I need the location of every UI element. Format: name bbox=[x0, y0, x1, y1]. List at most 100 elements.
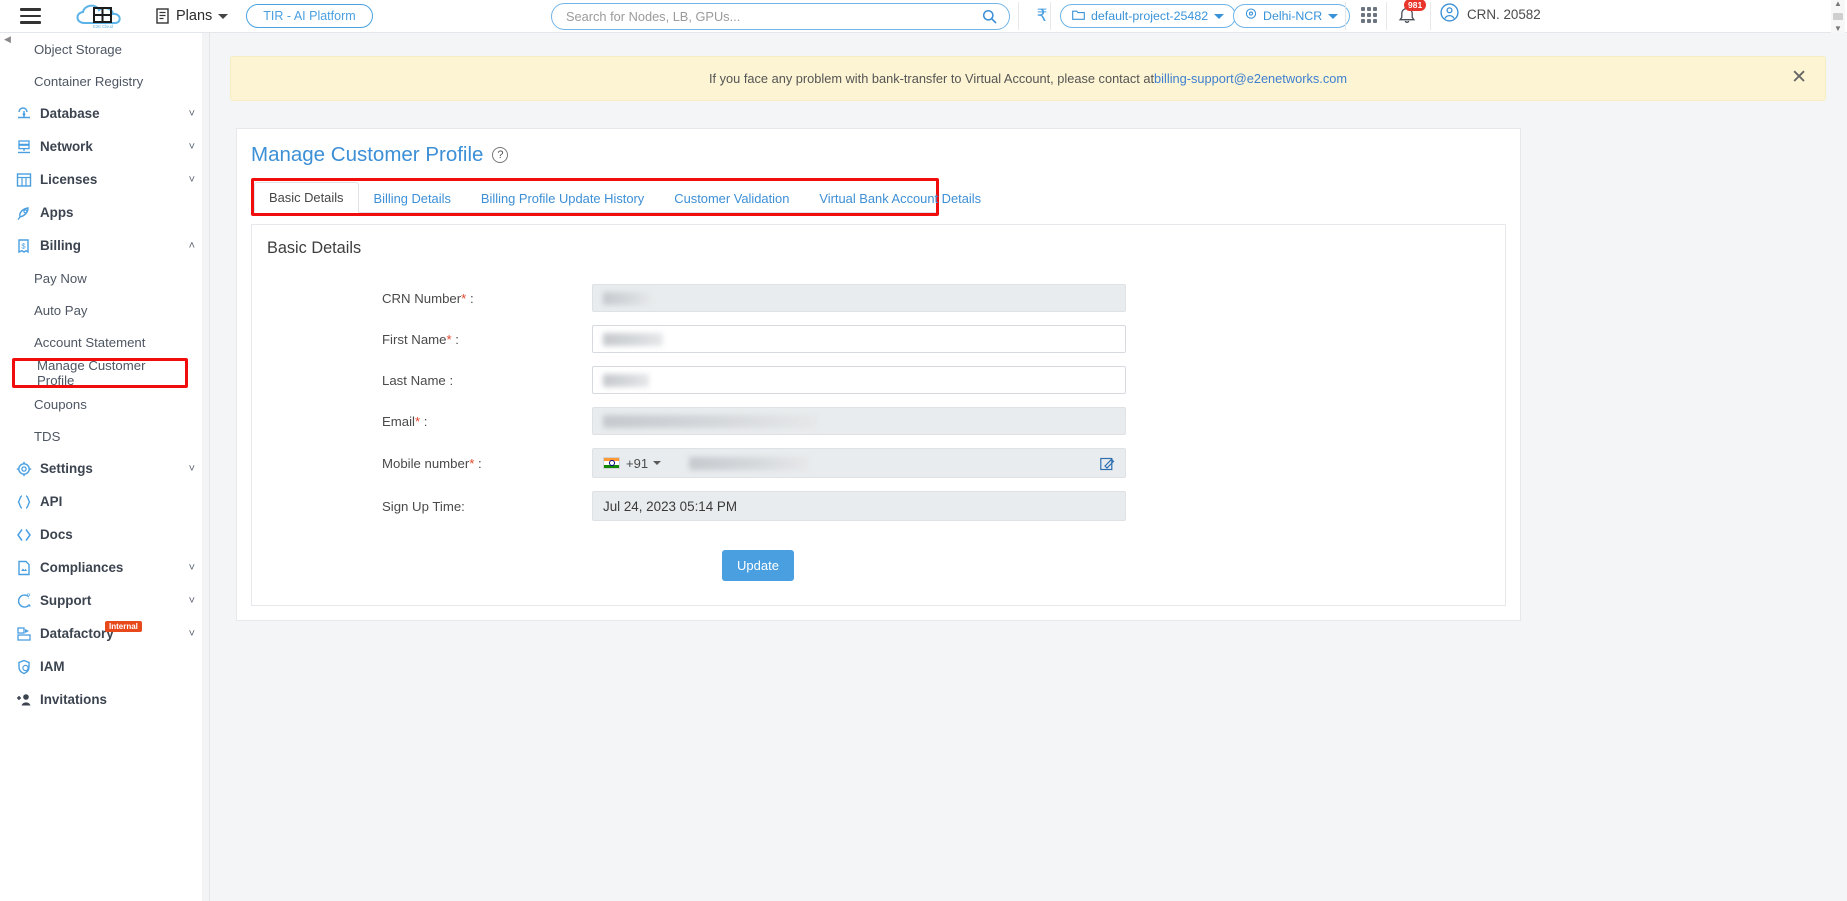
sidebar-item-pay-now[interactable]: Pay Now bbox=[0, 262, 209, 294]
sidebar-item-iam[interactable]: IAM bbox=[0, 650, 209, 683]
tab-basic-details[interactable]: Basic Details bbox=[254, 182, 359, 213]
basic-details-panel: Basic Details CRN Number* : First Name* … bbox=[251, 224, 1506, 606]
scrollbar-thumb[interactable] bbox=[1833, 13, 1843, 20]
main-content: If you face any problem with bank-transf… bbox=[211, 33, 1847, 901]
sidebar-item-label: Invitations bbox=[40, 692, 107, 707]
sidebar-item-label: Database bbox=[40, 106, 100, 121]
sidebar-item-label: IAM bbox=[40, 659, 65, 674]
plans-icon bbox=[156, 8, 170, 24]
sidebar-item-label: Settings bbox=[40, 461, 93, 476]
sidebar-item-support[interactable]: ? Support ˅ bbox=[0, 584, 209, 617]
sidebar-item-settings[interactable]: Settings ˅ bbox=[0, 452, 209, 485]
label-text: Last Name bbox=[382, 372, 446, 388]
sidebar-item-label: Network bbox=[40, 139, 93, 154]
info-banner: If you face any problem with bank-transf… bbox=[230, 56, 1826, 101]
sidebar-item-licenses[interactable]: Licenses ˅ bbox=[0, 163, 209, 196]
braces-icon bbox=[12, 493, 36, 511]
sidebar-item-label: Pay Now bbox=[34, 270, 87, 286]
sidebar-item-datafactory[interactable]: Datafactory Internal ˅ bbox=[0, 617, 209, 650]
field-row-mobile-number: Mobile number* : +91 bbox=[252, 448, 1505, 478]
sidebar-item-manage-customer-profile[interactable]: Manage Customer Profile bbox=[12, 358, 188, 388]
sidebar-item-network[interactable]: Network ˅ bbox=[0, 130, 209, 163]
sidebar-item-coupons[interactable]: Coupons bbox=[0, 388, 209, 420]
chevron-down-icon: ˅ bbox=[188, 140, 195, 153]
basic-details-form: CRN Number* : First Name* : Last Name: … bbox=[252, 284, 1505, 581]
shield-user-icon bbox=[12, 658, 36, 676]
sidebar-collapse-icon[interactable]: ◀ bbox=[4, 34, 11, 45]
sidebar-item-apps[interactable]: Apps bbox=[0, 196, 209, 229]
label-text: CRN Number bbox=[382, 290, 462, 306]
rupee-icon[interactable]: ₹ bbox=[1029, 3, 1055, 29]
svg-text:E2E Cloud: E2E Cloud bbox=[93, 24, 114, 29]
label-text: First Name bbox=[382, 331, 447, 347]
folder-icon bbox=[1072, 9, 1085, 23]
plans-dropdown[interactable]: Plans bbox=[156, 8, 229, 24]
sidebar-item-invitations[interactable]: Invitations bbox=[0, 683, 209, 716]
network-icon bbox=[12, 138, 36, 156]
sidebar-item-label: Docs bbox=[40, 527, 73, 542]
sidebar-scrollbar[interactable] bbox=[202, 33, 209, 901]
chevron-down-icon: ˅ bbox=[188, 627, 195, 640]
last-name-input[interactable] bbox=[592, 366, 1126, 394]
sidebar-item-docs[interactable]: Docs bbox=[0, 518, 209, 551]
tab-billing-profile-update-history[interactable]: Billing Profile Update History bbox=[466, 183, 659, 213]
scroll-down-arrow-icon[interactable]: ▼ bbox=[1834, 25, 1842, 33]
gear-icon bbox=[12, 460, 36, 478]
chevron-down-icon bbox=[218, 13, 229, 19]
search-icon[interactable] bbox=[982, 9, 997, 24]
chevron-down-icon: ˅ bbox=[188, 173, 195, 186]
hamburger-menu-icon[interactable] bbox=[10, 8, 50, 24]
chevron-down-icon: ˅ bbox=[188, 107, 195, 120]
tab-customer-validation[interactable]: Customer Validation bbox=[659, 183, 804, 213]
field-row-email: Email* : bbox=[252, 407, 1505, 435]
internal-badge: Internal bbox=[105, 621, 142, 632]
required-marker: * bbox=[461, 290, 467, 306]
region-selector[interactable]: Delhi-NCR bbox=[1233, 4, 1351, 28]
required-marker: * bbox=[469, 455, 475, 471]
first-name-input[interactable] bbox=[592, 325, 1126, 353]
panel-title: Basic Details bbox=[267, 239, 362, 257]
code-icon bbox=[12, 526, 36, 544]
label-text: Sign Up Time bbox=[382, 498, 462, 514]
grid-apps-icon[interactable] bbox=[1358, 4, 1380, 26]
banner-text: If you face any problem with bank-transf… bbox=[708, 71, 1155, 86]
sidebar-item-label: Object Storage bbox=[34, 41, 122, 57]
page-title: Manage Customer Profile bbox=[251, 143, 484, 166]
sidebar-item-auto-pay[interactable]: Auto Pay bbox=[0, 294, 209, 326]
tir-ai-platform-button[interactable]: TIR - AI Platform bbox=[246, 4, 373, 28]
chevron-down-icon[interactable] bbox=[653, 461, 662, 465]
sidebar-item-account-statement[interactable]: Account Statement bbox=[0, 326, 209, 358]
sidebar-item-label: Manage Customer Profile bbox=[37, 358, 146, 388]
e2e-cloud-logo[interactable]: E2E Cloud bbox=[72, 1, 134, 31]
field-row-crn-number: CRN Number* : bbox=[252, 284, 1505, 312]
svg-text:?: ? bbox=[27, 593, 31, 600]
user-menu[interactable]: CRN. 20582 bbox=[1440, 3, 1541, 25]
global-search[interactable] bbox=[551, 3, 1010, 30]
update-button[interactable]: Update bbox=[722, 550, 794, 581]
field-label-signup-time: Sign Up Time: bbox=[382, 498, 465, 514]
sidebar-item-container-registry[interactable]: Container Registry bbox=[0, 65, 209, 97]
datafactory-icon bbox=[12, 625, 36, 643]
sidebar-item-tds[interactable]: TDS bbox=[0, 420, 209, 452]
edit-pencil-icon[interactable] bbox=[1100, 456, 1115, 471]
field-label-crn-number: CRN Number* : bbox=[382, 290, 474, 306]
tabs-highlight-box: Basic Details Billing Details Billing Pr… bbox=[251, 178, 981, 216]
signup-time-input: Jul 24, 2023 05:14 PM bbox=[592, 491, 1126, 521]
help-circle-icon[interactable]: ? bbox=[492, 147, 509, 163]
sidebar-item-api[interactable]: API bbox=[0, 485, 209, 518]
scroll-up-arrow-icon[interactable]: ▲ bbox=[1834, 0, 1842, 8]
field-row-signup-time: Sign Up Time: Jul 24, 2023 05:14 PM bbox=[252, 491, 1505, 521]
sidebar-item-object-storage[interactable]: Object Storage bbox=[0, 33, 209, 65]
database-icon bbox=[12, 105, 36, 123]
close-icon[interactable]: ✕ bbox=[1791, 67, 1807, 89]
tab-virtual-bank-account-details[interactable]: Virtual Bank Account Details bbox=[804, 183, 996, 213]
tab-billing-details[interactable]: Billing Details bbox=[359, 183, 466, 213]
sidebar-item-database[interactable]: Database ˅ bbox=[0, 97, 209, 130]
sidebar-item-billing[interactable]: $ Billing ˄ bbox=[0, 229, 209, 262]
window-scrollbar[interactable]: ▲ ▼ bbox=[1831, 0, 1845, 33]
project-selector[interactable]: default-project-25482 bbox=[1060, 4, 1237, 28]
sidebar-item-label: Datafactory bbox=[40, 626, 114, 641]
sidebar-item-compliances[interactable]: Compliances ˅ bbox=[0, 551, 209, 584]
search-input[interactable] bbox=[564, 8, 982, 25]
billing-support-email-link[interactable]: billing-support@e2enetworks.com bbox=[1154, 71, 1347, 86]
